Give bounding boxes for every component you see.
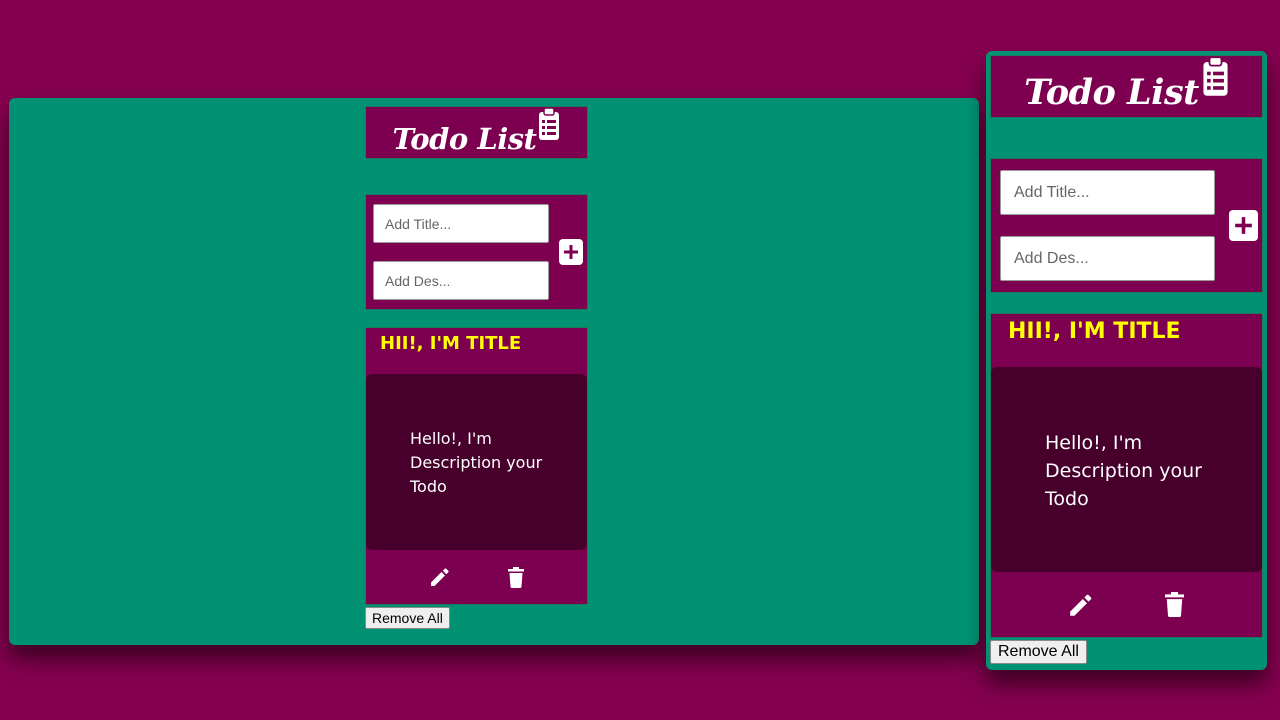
add-todo-button[interactable]: [559, 239, 583, 265]
add-todo-button[interactable]: [1229, 210, 1258, 241]
todo-actions: [366, 550, 587, 604]
clipboard-list-icon: [1202, 56, 1229, 101]
todo-actions: [991, 572, 1262, 637]
app-header: Todo List: [990, 55, 1263, 118]
clipboard-list-icon: [538, 106, 560, 145]
app-header: Todo List: [365, 106, 588, 159]
description-input[interactable]: [373, 261, 549, 300]
todo-title: HII!, I'M TITLE: [380, 333, 522, 354]
remove-all-button[interactable]: Remove All: [365, 607, 450, 629]
todo-title: HII!, I'M TITLE: [1008, 319, 1181, 344]
app-title: Todo List: [392, 121, 537, 156]
todo-app: Todo List Add Title... Add Des... HII!, …: [990, 55, 1263, 664]
trash-icon: [1165, 592, 1184, 617]
todo-description: Hello!, I'm Description your Todo: [991, 367, 1262, 572]
todo-description: Hello!, I'm Description your Todo: [366, 374, 587, 550]
trash-icon: [507, 566, 524, 588]
add-todo-form: [365, 194, 588, 310]
mobile-preview-frame: Todo List Add Title... Add Des... HII!, …: [986, 51, 1267, 670]
delete-button[interactable]: [507, 566, 524, 588]
title-input[interactable]: [1000, 170, 1215, 215]
plus-icon: [564, 245, 578, 259]
todo-app: Todo List Add Title... Add Des... HII!, …: [365, 106, 588, 629]
app-title: Todo List: [1024, 72, 1199, 113]
desktop-preview-frame: Todo List Add Title... Add Des... HII!, …: [9, 98, 979, 645]
plus-icon: [1235, 217, 1252, 234]
edit-button[interactable]: [430, 567, 450, 587]
todo-card: HII!, I'M TITLE Hello!, I'm Description …: [365, 327, 588, 605]
description-input[interactable]: [1000, 236, 1215, 281]
remove-all-button[interactable]: Remove All: [990, 640, 1087, 664]
edit-button[interactable]: [1069, 593, 1093, 617]
add-todo-form: [990, 158, 1263, 293]
pencil-icon: [1070, 594, 1092, 616]
todo-card: HII!, I'M TITLE Hello!, I'm Description …: [990, 313, 1263, 638]
pencil-icon: [430, 568, 449, 586]
title-input[interactable]: [373, 204, 549, 243]
delete-button[interactable]: [1165, 592, 1184, 617]
